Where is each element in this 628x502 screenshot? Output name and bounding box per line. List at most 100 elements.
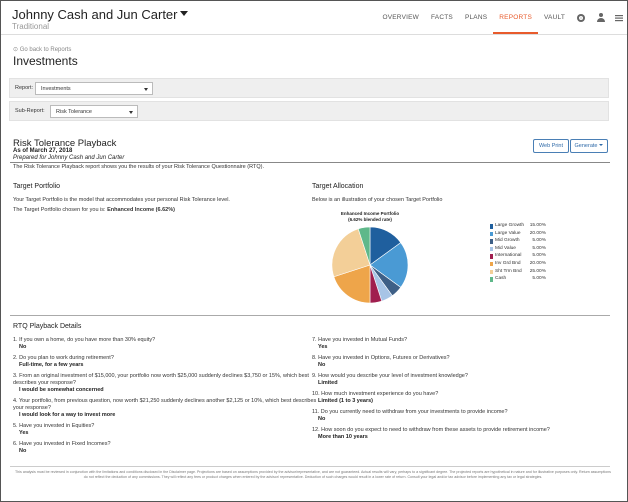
target-portfolio-choice-label: The Target Portfolio chosen for you is: [13, 207, 106, 213]
rtq-answer: Yes [19, 430, 29, 436]
divider [10, 315, 610, 316]
legend-swatch [490, 231, 493, 237]
legend-label: Large Growth [495, 223, 525, 228]
client-name: Johnny Cash and Jun Carter [12, 7, 178, 22]
rtq-answer: Limited [318, 380, 338, 386]
legend-label: Cash [495, 276, 507, 282]
divider [10, 466, 610, 467]
rtq-heading: RTQ Playback Details [13, 323, 82, 330]
target-portfolio-text: Your Target Portfolio is the model that … [13, 197, 230, 203]
rtq-question: 4. Your portfolio, from previous questio… [13, 398, 317, 404]
rtq-question: 5. Have you invested in Equities? [13, 423, 95, 429]
menu-button[interactable] [611, 1, 627, 34]
client-type: Traditional [12, 22, 50, 31]
rtq-answer: Full-time, for a few years [19, 362, 84, 368]
rtq-question: 10. How much investment experience do yo… [312, 391, 439, 397]
legend-item: Cash 5.00% [490, 276, 568, 284]
legend-label: Mid Growth [495, 238, 520, 244]
back-link[interactable]: ⊙ Go back to Reports [13, 46, 71, 53]
app-window: Johnny Cash and Jun Carter Traditional O… [0, 0, 628, 502]
menu-icon [615, 14, 623, 21]
legend-label: Inv Grd Bnd [495, 260, 521, 266]
target-portfolio-choice: The Target Portfolio chosen for you is: … [13, 207, 175, 213]
nav-overview[interactable]: OVERVIEW [376, 1, 425, 34]
rtq-answer: I would be somewhat concerned [19, 387, 104, 393]
user-menu-button[interactable] [591, 1, 611, 34]
legend-swatch [490, 269, 493, 275]
legend-label: Large Value [495, 230, 521, 236]
rtq-question: 12. How soon do you expect to need to wi… [312, 427, 550, 433]
nav-plans[interactable]: PLANS [459, 1, 493, 34]
rtq-answer: Limited (1 to 3 years) [318, 398, 374, 404]
subreport-select[interactable]: Risk Tolerance [50, 105, 138, 118]
target-allocation-heading: Target Allocation [312, 183, 364, 190]
legend-item: Mid Growth 5.00% [490, 238, 568, 246]
divider [10, 162, 610, 163]
rtq-answer: I would look for a way to invest more [19, 412, 116, 418]
web-print-button[interactable]: Web Print [533, 139, 569, 153]
subreport-filter-bar: Sub-Report: Risk Tolerance [9, 101, 609, 121]
main-nav: OVERVIEW FACTS PLANS REPORTS VAULT [376, 1, 627, 34]
rtq-answer: No [19, 448, 27, 454]
legend-value: 20.00% [529, 230, 546, 236]
legend-label: Mid Value [495, 245, 516, 251]
legend-value: 20.00% [529, 260, 546, 266]
chevron-down-icon [599, 144, 604, 146]
legend-item: Large Growth 15.00% [490, 223, 568, 231]
report-description: The Risk Tolerance Playback report shows… [13, 164, 264, 170]
rtq-answer: No [19, 344, 27, 350]
rtq-question: 7. Have you invested in Mutual Funds? [312, 337, 408, 343]
rtq-answer: Yes [318, 344, 328, 350]
target-portfolio-heading: Target Portfolio [13, 183, 61, 190]
rtq-question: 6. Have you invested in Fixed Incomes? [13, 441, 111, 447]
rtq-answer: No [318, 362, 326, 368]
report-filter-bar: Report: Investments [9, 78, 609, 98]
rtq-answer: No [318, 416, 326, 422]
chevron-down-icon [180, 11, 189, 16]
subreport-label: Sub-Report: [15, 108, 45, 114]
legend-swatch [490, 224, 493, 229]
chevron-down-icon [129, 111, 133, 114]
allocation-pie-chart [331, 226, 409, 304]
chart-title: Enhanced Income Portfolio (6.62% blended… [327, 211, 413, 223]
legend-swatch [490, 261, 493, 267]
target-portfolio-value: Enhanced Income (6.62%) [107, 207, 175, 213]
chevron-down-icon [144, 88, 148, 91]
rtq-question: describes your response? [13, 380, 76, 386]
target-allocation-text: Below is an illustration of your chosen … [312, 197, 443, 203]
legend-swatch [490, 239, 493, 244]
rtq-answer: More than 10 years [318, 434, 368, 440]
legend-value: 5.00% [532, 276, 546, 282]
report-prepared-for: Prepared for Johnny Cash and Jun Carter [13, 155, 125, 161]
generate-button[interactable]: Generate [570, 139, 608, 153]
legend-swatch [490, 277, 493, 282]
legend-item: Inv Grd Bnd 20.00% [490, 261, 568, 269]
rtq-question: 9. How would you describe your level of … [312, 373, 468, 379]
chart-legend: Large Growth 15.00% Large Value 20.00% Mid G… [490, 223, 568, 284]
back-link-label: Go back to Reports [19, 47, 72, 53]
page-title: Investments [13, 54, 78, 68]
gear-icon [577, 13, 585, 22]
legend-item: International 5.00% [490, 253, 568, 261]
nav-vault[interactable]: VAULT [538, 1, 571, 34]
nav-facts[interactable]: FACTS [425, 1, 459, 34]
report-date: As of March 27, 2018 [13, 148, 73, 154]
legend-label: International [495, 253, 522, 259]
nav-reports[interactable]: REPORTS [493, 1, 538, 34]
report-select-value: Investments [41, 86, 71, 92]
report-label: Report: [15, 85, 34, 91]
legend-swatch [490, 254, 493, 259]
legend-value: 5.00% [532, 245, 546, 251]
client-selector[interactable]: Johnny Cash and Jun Carter [12, 7, 189, 22]
user-icon [597, 13, 605, 22]
settings-button[interactable] [571, 1, 591, 34]
rtq-question: 11. Do you currently need to withdraw fr… [312, 409, 508, 415]
legend-swatch [490, 246, 493, 252]
rtq-question: 8. Have you invested in Options, Futures… [312, 355, 450, 361]
legend-value: 5.00% [532, 253, 546, 259]
disclaimer: This analysis must be reviewed in conjun… [15, 470, 611, 479]
legend-value: 25.00% [529, 268, 546, 274]
top-header: Johnny Cash and Jun Carter Traditional O… [1, 1, 627, 35]
report-select[interactable]: Investments [35, 82, 153, 95]
rtq-question: 1. If you own a home, do you have more t… [13, 337, 156, 343]
